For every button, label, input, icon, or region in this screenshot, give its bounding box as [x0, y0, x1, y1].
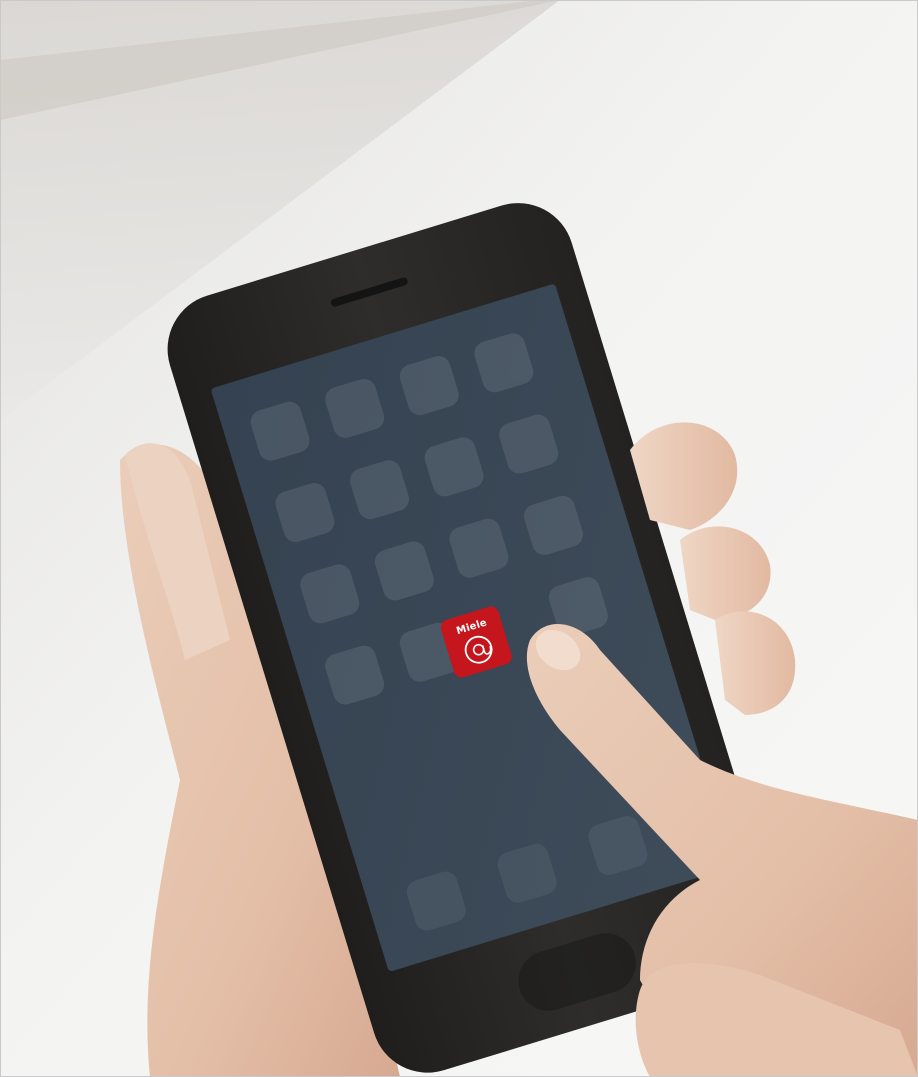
photo-scene: Miele — [0, 0, 918, 1077]
